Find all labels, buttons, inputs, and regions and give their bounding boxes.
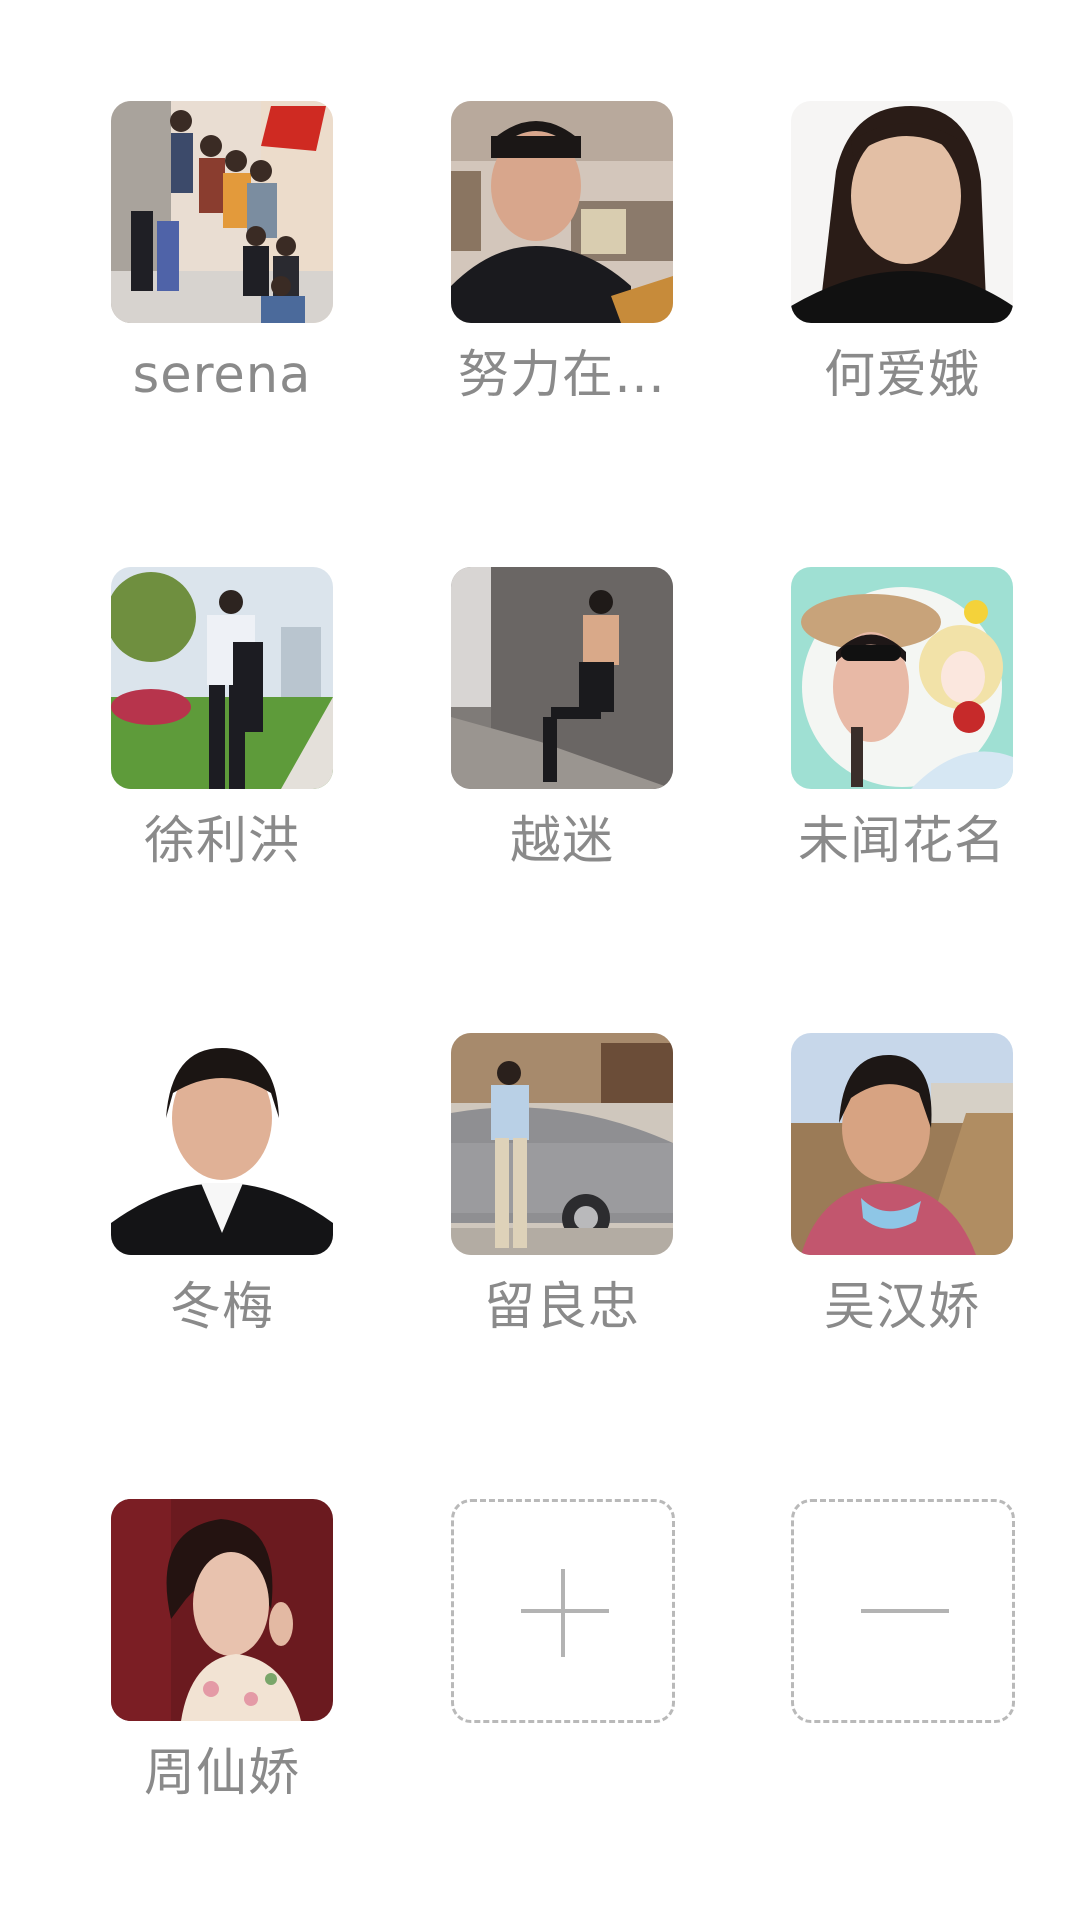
woman-by-wall-avatar[interactable] (451, 567, 673, 789)
woman-portrait-avatar[interactable] (791, 101, 1013, 323)
woman-with-anime-character-avatar[interactable] (791, 567, 1013, 789)
member-cell[interactable]: 未闻花名 (680, 466, 1020, 871)
add-member-cell[interactable] (340, 1398, 680, 1738)
member-cell[interactable]: 吴汉娇 (680, 932, 1020, 1337)
member-cell[interactable]: 努力在… (340, 0, 680, 405)
family-photo-avatar[interactable] (111, 101, 333, 323)
member-name: 努力在… (457, 346, 666, 405)
man-in-park-avatar[interactable] (111, 567, 333, 789)
member-name: 吴汉娇 (823, 1278, 980, 1337)
woman-on-boardwalk-avatar[interactable] (791, 1033, 1013, 1255)
member-cell[interactable]: 冬梅 (0, 932, 340, 1337)
member-cell[interactable]: 留良忠 (340, 932, 680, 1337)
member-name: 周仙娇 (143, 1744, 300, 1803)
member-name: 何爱娥 (823, 346, 980, 405)
member-name: serena (132, 346, 312, 405)
member-cell[interactable]: 越迷 (340, 466, 680, 871)
woman-red-background-avatar[interactable] (111, 1499, 333, 1721)
member-name: 徐利洪 (143, 812, 300, 871)
member-name: 越迷 (509, 812, 614, 871)
member-cell[interactable]: 周仙娇 (0, 1398, 340, 1803)
man-with-car-avatar[interactable] (451, 1033, 673, 1255)
member-name: 冬梅 (169, 1278, 274, 1337)
add-member-button[interactable] (451, 1499, 675, 1723)
member-cell[interactable]: 何爱娥 (680, 0, 1020, 405)
remove-member-button[interactable] (791, 1499, 1015, 1723)
remove-member-cell[interactable] (680, 1398, 1020, 1738)
member-name: 留良忠 (483, 1278, 640, 1337)
member-cell[interactable]: 徐利洪 (0, 466, 340, 871)
man-portrait-avatar[interactable] (451, 101, 673, 323)
group-member-grid: serena 努力在… 何爱娥 徐利洪 越迷 未闻花名 冬梅 留良忠 吴汉娇 周… (0, 0, 1080, 1920)
member-cell[interactable]: serena (0, 0, 340, 405)
woman-id-photo-avatar[interactable] (111, 1033, 333, 1255)
member-name: 未闻花名 (797, 812, 1006, 871)
